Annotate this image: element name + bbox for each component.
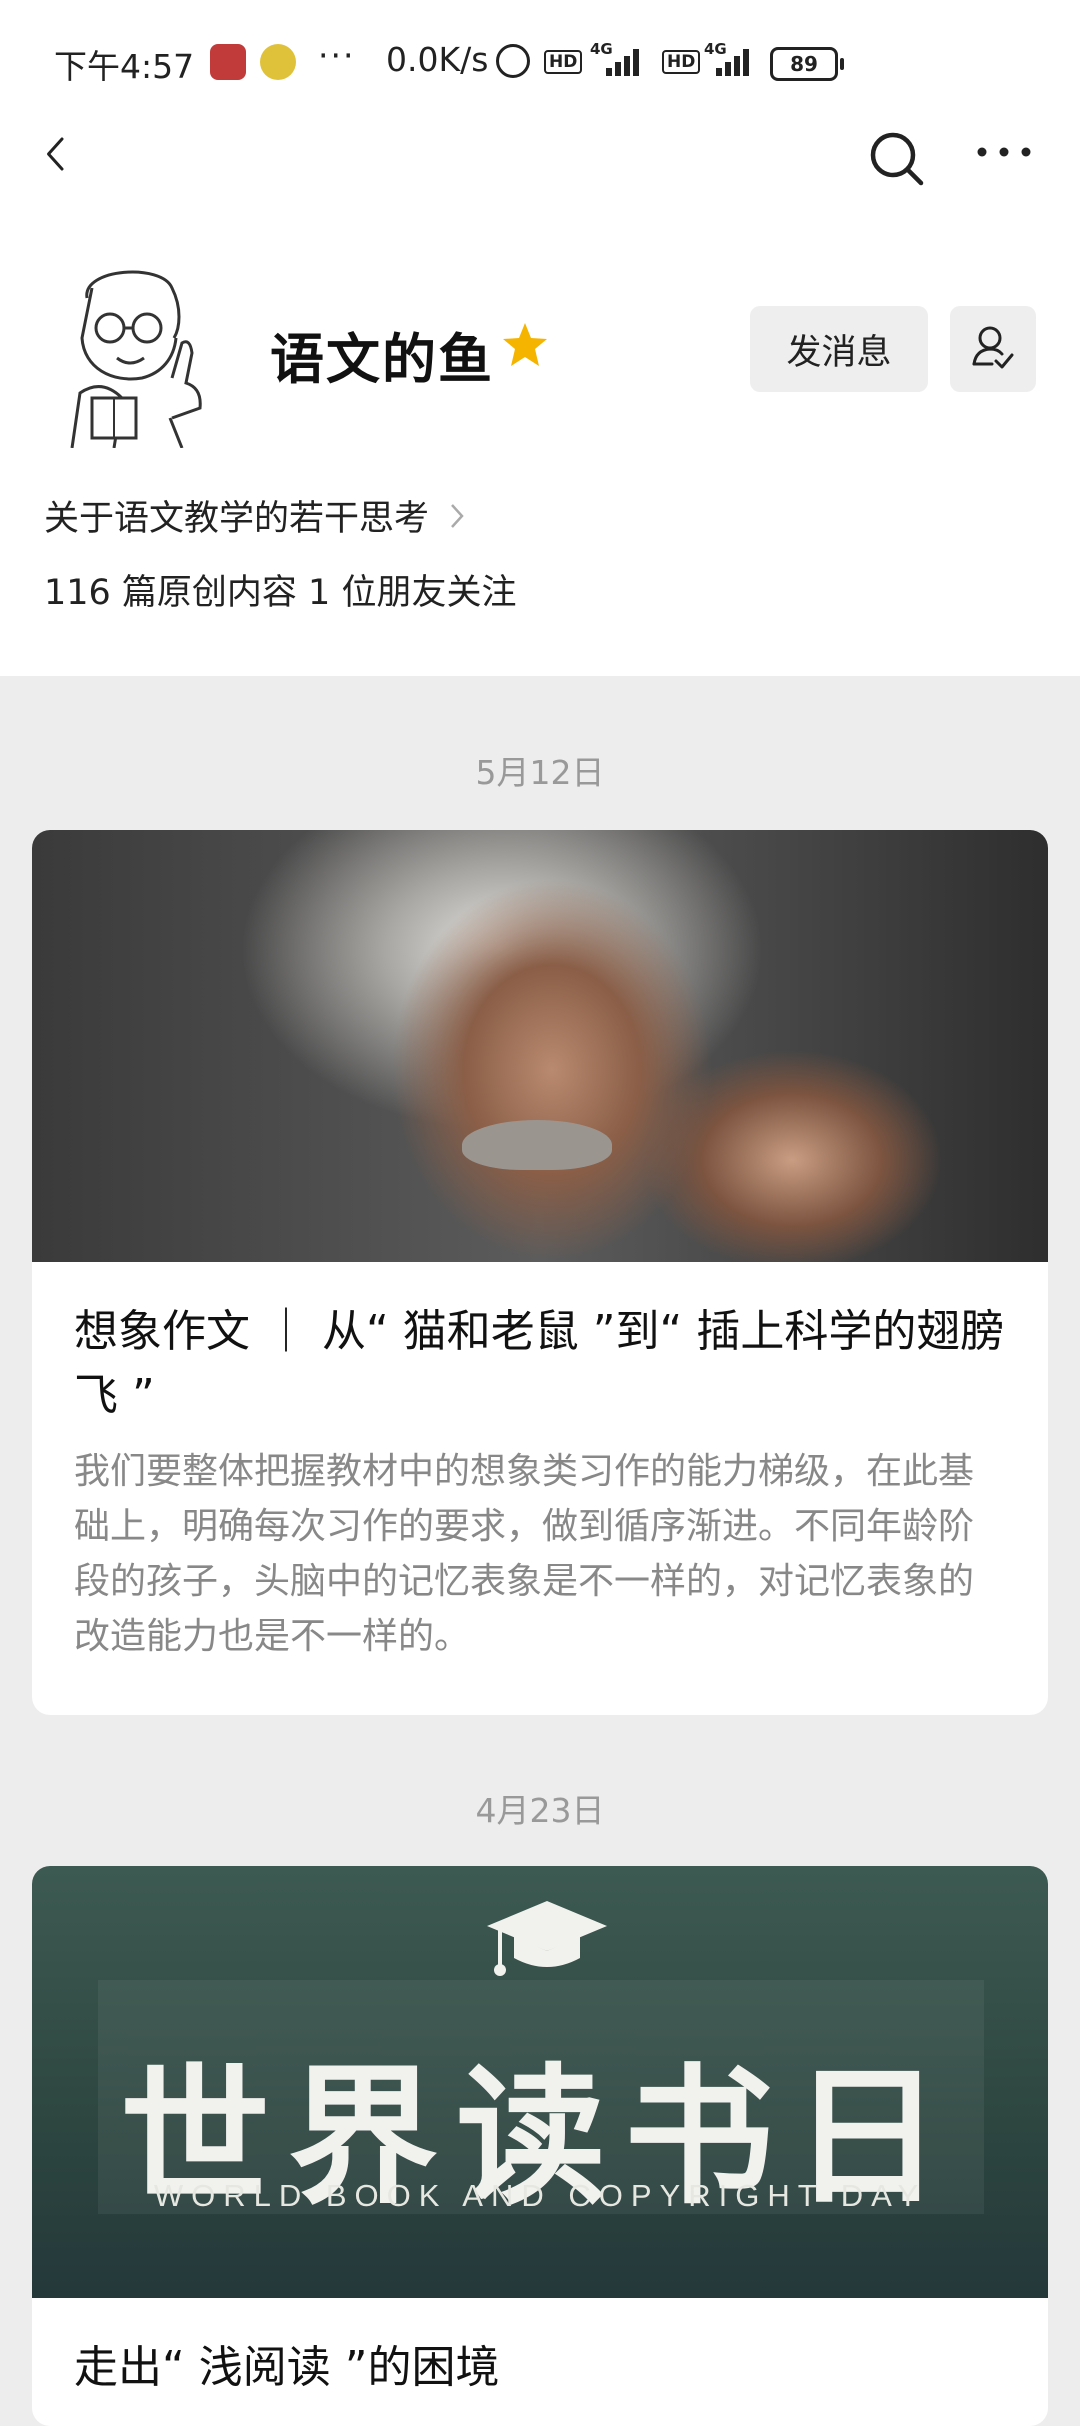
article-thumbnail bbox=[32, 830, 1048, 1262]
article-title: 想象作文 ｜ 从“ 猫和老鼠 ”到“ 插上科学的翅膀飞 ” bbox=[74, 1306, 1005, 1421]
battery-icon: 89 bbox=[770, 47, 844, 81]
follow-button[interactable] bbox=[950, 306, 1036, 392]
app-notification-icon-2 bbox=[260, 44, 296, 80]
hd-badge: HD bbox=[544, 50, 583, 74]
hd-badge-2: HD bbox=[662, 50, 701, 74]
search-icon[interactable] bbox=[868, 130, 926, 188]
thumbnail-detail bbox=[462, 1120, 612, 1170]
date-label-2: 4月23日 bbox=[475, 1791, 605, 1830]
user-check-icon bbox=[972, 326, 1014, 369]
article-thumbnail-2: 世界读书日 WORLD BOOK AND COPYRIGHT DAY bbox=[32, 1866, 1048, 2298]
article-card-2[interactable]: 世界读书日 WORLD BOOK AND COPYRIGHT DAY 走出“ 浅… bbox=[32, 1866, 1048, 2426]
account-description: 关于语文教学的若干思考 bbox=[44, 499, 430, 539]
send-message-button[interactable]: 发消息 bbox=[750, 306, 928, 392]
signal-icon bbox=[606, 44, 646, 76]
account-name: 语文的鱼 bbox=[270, 328, 494, 391]
back-icon[interactable] bbox=[38, 136, 74, 172]
network-speed: 0.0K/s bbox=[386, 40, 489, 79]
more-icon[interactable] bbox=[976, 142, 1032, 162]
account-stats: 116 篇原创内容 1 位朋友关注 bbox=[44, 573, 517, 613]
signal-icon-2 bbox=[716, 44, 756, 76]
status-time: 下午4:57 bbox=[54, 47, 195, 86]
article-summary: 我们要整体把握教材中的想象类习作的能力梯级，在此基础上，明确每次习作的要求，做到… bbox=[74, 1451, 975, 1657]
date-label: 5月12日 bbox=[475, 753, 605, 792]
more-notifications-icon: ··· bbox=[318, 36, 356, 75]
avatar[interactable] bbox=[52, 258, 222, 448]
article-title-2: 走出“ 浅阅读 ”的困境 bbox=[74, 2342, 500, 2393]
thumbnail-subtitle: WORLD BOOK AND COPYRIGHT DAY bbox=[153, 2178, 927, 2213]
star-icon bbox=[503, 323, 547, 366]
article-card[interactable]: 想象作文 ｜ 从“ 猫和老鼠 ”到“ 插上科学的翅膀飞 ” 我们要整体把握教材中… bbox=[32, 830, 1048, 1715]
app-notification-icon bbox=[210, 44, 246, 80]
graduation-cap-icon bbox=[487, 1901, 607, 1976]
account-description-link[interactable]: 关于语文教学的若干思考 bbox=[44, 490, 465, 541]
status-bar: 下午4:57 ··· 0.0K/s HD 4G HD 4G 89 bbox=[0, 0, 1080, 120]
chevron-right-icon bbox=[451, 503, 464, 528]
alarm-icon bbox=[496, 44, 530, 78]
